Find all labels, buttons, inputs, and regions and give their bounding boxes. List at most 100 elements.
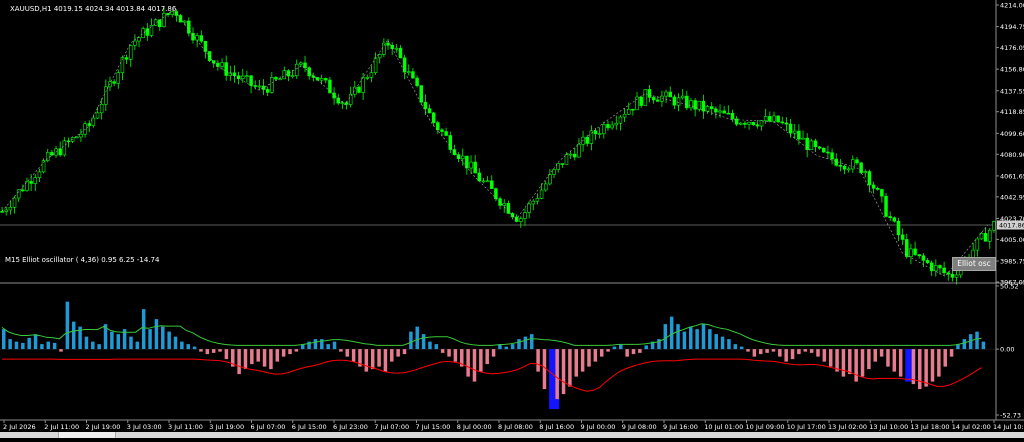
candle-body (685, 95, 689, 109)
horizontal-scrollbar[interactable] (0, 432, 1024, 438)
candle-body (419, 85, 423, 103)
price-tick-label: 4137.55 (1000, 87, 1024, 95)
osc-bar (453, 349, 458, 362)
osc-bar (141, 309, 146, 350)
candle-body (469, 161, 473, 169)
osc-bar (510, 344, 515, 350)
candle-body (950, 273, 955, 278)
candle-body (324, 78, 328, 81)
osc-bar (46, 341, 51, 350)
time-tick-label: 3 Jul 03:00 (127, 423, 162, 431)
candle-body (0, 211, 4, 213)
osc-bar (504, 346, 509, 350)
osc-bar (841, 349, 846, 377)
osc-bar (428, 341, 432, 350)
osc-bar (981, 341, 986, 350)
candle-body (622, 113, 627, 118)
chart-canvas[interactable]: 4214.00 4194.75 4176.05 4156.80 4137.55 4118.… (0, 0, 1024, 438)
candle-body (29, 181, 33, 184)
osc-bar (689, 326, 693, 350)
candle-body (158, 19, 162, 27)
osc-bar (21, 342, 25, 350)
time-tick-label: 7 Jul 15:00 (416, 423, 451, 431)
candle-body (739, 122, 743, 125)
osc-bar (294, 349, 299, 352)
candle-body (917, 254, 921, 257)
candle-body (523, 212, 527, 220)
candle-body (772, 115, 776, 122)
osc-bar (332, 341, 337, 350)
candle-body (768, 116, 772, 122)
osc-bar (218, 349, 222, 352)
osc-bar (84, 336, 89, 350)
time-tick-label: 9 Jul 00:00 (581, 423, 616, 431)
price-tick-label: 4080.90 (1000, 151, 1024, 159)
time-tick-label: 14 Jul 02:00 (952, 423, 991, 431)
osc-bar (52, 342, 57, 350)
osc-bar (784, 349, 788, 362)
osc-bar (250, 349, 254, 365)
osc-bar (135, 341, 140, 350)
oscillator-pane[interactable] (0, 301, 996, 410)
candle-body (643, 89, 648, 106)
osc-bar (390, 349, 394, 362)
candle-body (664, 91, 668, 97)
osc-bar (809, 349, 814, 353)
candle-body (784, 122, 789, 125)
candle-body (988, 229, 992, 242)
elliot-osc-button[interactable]: Elliot osc (952, 257, 996, 271)
candle-body (568, 153, 573, 156)
candle-body (311, 75, 316, 78)
time-tick-label: 10 Jul 17:00 (787, 423, 826, 431)
price-pane[interactable] (0, 6, 996, 285)
candle-body (797, 130, 801, 140)
candle-body (357, 86, 361, 93)
candle-body (195, 35, 199, 41)
osc-bar (243, 349, 248, 370)
candle-body (776, 115, 780, 123)
candle-body (137, 37, 141, 42)
osc-bar (708, 329, 712, 350)
osc-bar (975, 331, 979, 350)
candle-body (348, 93, 353, 105)
osc-bar (879, 349, 884, 357)
scrollbar-thumb[interactable] (58, 432, 116, 438)
candle-body (519, 218, 523, 222)
candle-body (79, 133, 83, 138)
oscillator-header: M15 Elliot oscillator ( 4,36) 0.95 6.25 … (5, 256, 160, 264)
candle-body (826, 151, 830, 154)
candle-body (502, 202, 506, 206)
osc-bar (402, 349, 407, 355)
candle-body (668, 91, 672, 98)
osc-bar (434, 344, 439, 350)
candle-body (120, 57, 125, 73)
chart-window[interactable]: 4214.00 4194.75 4176.05 4156.80 4137.55 4118.… (0, 0, 1024, 438)
candle-body (834, 158, 838, 166)
candle-body (651, 97, 656, 101)
candle-body (585, 136, 589, 144)
candle-body (16, 189, 21, 199)
candle-body (817, 146, 822, 149)
osc-bar (752, 349, 757, 357)
candle-body (382, 42, 386, 55)
time-tick-label: 8 Jul 16:00 (539, 423, 574, 431)
candle-body (954, 274, 959, 278)
osc-bar (816, 349, 820, 357)
candle-body (415, 77, 419, 86)
osc-bar (421, 334, 426, 350)
candle-body (560, 163, 565, 165)
candle-body (548, 174, 552, 185)
candle-body (498, 198, 502, 206)
candle-body (187, 20, 191, 34)
osc-bar (154, 319, 159, 350)
candle-body (91, 117, 96, 126)
candle-body (116, 72, 121, 84)
candle-body (162, 13, 166, 27)
zigzag-line (1, 9, 989, 277)
candle-body (112, 81, 116, 84)
candle-body (556, 163, 560, 170)
osc-bar (631, 349, 636, 355)
candle-body (884, 195, 888, 217)
candle-body (490, 180, 494, 189)
candle-body (855, 159, 859, 164)
